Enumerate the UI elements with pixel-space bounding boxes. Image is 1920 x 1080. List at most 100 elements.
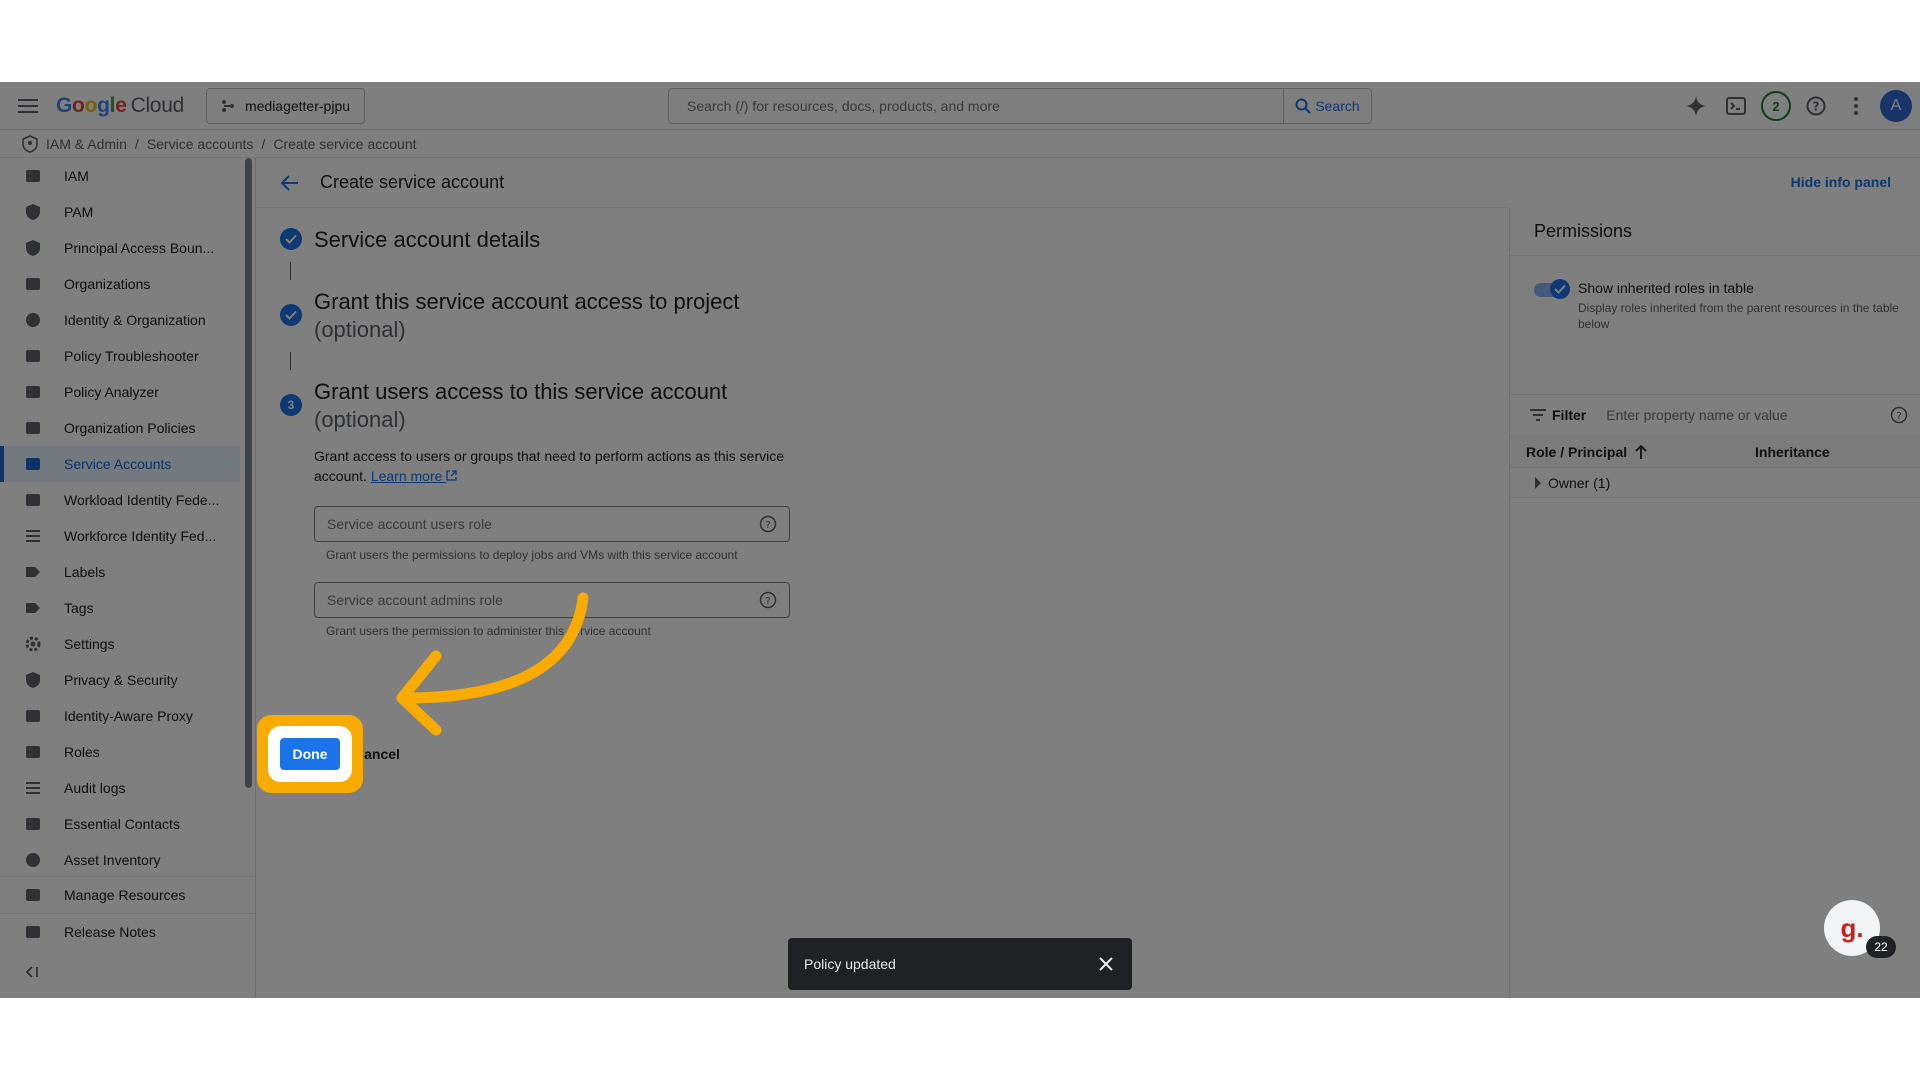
form-actions: Done Cancel [280,738,400,770]
lines-icon [24,779,42,797]
account-circle-icon [24,311,42,329]
close-icon [1099,957,1113,971]
sidebar-item[interactable]: Labels [0,554,240,590]
sidebar-item[interactable]: Audit logs [0,770,240,806]
proxy-icon [24,707,42,725]
sidebar-item-label: Settings [64,636,115,652]
breadcrumb-item-iam[interactable]: IAM & Admin [46,136,127,152]
logo-letter: e [115,93,127,117]
sidebar-item[interactable]: Identity-Aware Proxy [0,698,240,734]
sidebar-item[interactable]: Roles [0,734,240,770]
sidebar-item[interactable]: Service Accounts [0,446,240,482]
google-cloud-logo[interactable]: Google Cloud [56,94,184,118]
main-menu-button[interactable] [0,82,56,130]
sidebar-item[interactable]: IAM [0,158,240,194]
toggle-check-icon [1550,279,1570,299]
step-connector [290,352,291,370]
expand-arrow-icon [1535,476,1541,489]
label-icon [24,563,42,581]
shield-lock-icon [24,239,42,257]
project-picker-button[interactable]: mediagetter-pjpu [205,87,366,124]
search-button[interactable]: Search [1283,89,1371,123]
sidebar-item[interactable]: Release Notes [0,913,255,950]
filter-icon [1530,409,1546,421]
toggle-text: Show inherited roles in table Display ro… [1578,280,1908,332]
sidebar-item[interactable]: Policy Troubleshooter [0,338,240,374]
external-link-icon [446,470,457,481]
hamburger-icon [18,98,38,113]
hide-info-panel-button[interactable]: Hide info panel [1791,174,1891,190]
building-icon [24,275,42,293]
gemini-button[interactable] [1680,90,1712,122]
step-grant-project-access[interactable]: Grant this service account access to pro… [280,288,840,344]
sparkle-icon [1686,96,1706,116]
toggle-label: Show inherited roles in table [1578,280,1754,296]
column-role-principal[interactable]: Role / Principal [1510,444,1755,460]
filter-input[interactable] [1606,407,1890,423]
search-input[interactable] [669,89,1283,123]
breadcrumb-item-service-accounts[interactable]: Service accounts [147,136,254,152]
search-button-label: Search [1315,98,1360,114]
sidebar-item[interactable]: Asset Inventory [0,842,240,876]
learn-more-label: Learn more [370,468,443,484]
sidebar-item[interactable]: Essential Contacts [0,806,240,842]
column-inheritance[interactable]: Inheritance [1755,444,1830,460]
sidebar-item-label: Identity & Organization [64,312,206,328]
help-icon[interactable]: ? [1890,406,1908,424]
project-tree-icon [221,99,234,112]
done-button[interactable]: Done [280,738,340,770]
sidebar-item[interactable]: Manage Resources [0,876,255,913]
help-button[interactable]: ? [1800,90,1832,122]
breadcrumb: IAM & Admin / Service accounts / Create … [0,130,1920,158]
account-avatar[interactable]: A [1880,90,1912,122]
breadcrumb-item-current: Create service account [273,135,417,152]
help-icon[interactable]: ? [759,591,777,609]
sidebar-item-label: Workforce Identity Fed... [64,528,217,544]
sidebar-item[interactable]: Organization Policies [0,410,240,446]
collapse-sidebar-button[interactable] [22,962,42,982]
cloud-shell-button[interactable] [1720,90,1752,122]
step-description: Grant access to users or groups that nee… [314,446,794,486]
logo-suffix: Cloud [130,93,185,117]
more-options-button[interactable] [1840,90,1872,122]
learn-more-link[interactable]: Learn more [371,468,457,484]
stepper: Service account details Grant this servi… [280,226,840,638]
sidebar-item-label: Organizations [64,276,151,292]
sidebar-item[interactable]: PAM [0,194,240,230]
users-role-input[interactable] [315,507,759,541]
sidebar-item[interactable]: Workforce Identity Fed... [0,518,240,554]
sidebar-item-label: Principal Access Boun... [64,240,215,256]
logo-letter: o [72,93,85,117]
sidebar-item[interactable]: Privacy & Security [0,662,240,698]
top-actions: 2 ? A [1680,82,1920,130]
snackbar-message: Policy updated [804,956,896,972]
sidebar-item[interactable]: Tags [0,590,240,626]
document-search-icon [24,383,42,401]
help-icon[interactable]: ? [759,515,777,533]
admins-role-input[interactable] [315,583,759,617]
sidebar-item[interactable]: Workload Identity Fede... [0,482,240,518]
sidebar-item[interactable]: Organizations [0,266,240,302]
step-service-account-details[interactable]: Service account details [280,226,840,254]
sidebar-item[interactable]: Identity & Organization [0,302,240,338]
folder-gear-icon [24,886,42,904]
step-complete-check-icon [280,228,302,250]
inherited-roles-toggle[interactable] [1534,279,1570,299]
sidebar-item[interactable]: Principal Access Boun... [0,230,240,266]
collapse-icon [25,966,38,978]
sidebar-scrollbar[interactable] [245,158,252,788]
cancel-button[interactable]: Cancel [354,746,400,762]
table-row[interactable]: Owner (1) [1510,468,1920,498]
diamond-icon [24,851,42,869]
back-button[interactable] [274,167,306,199]
toggle-description: Display roles inherited from the parent … [1578,301,1899,331]
snackbar-close-button[interactable] [1096,954,1116,974]
top-bar: GoogleCloud mediagetter-pjpu Search 2 [0,82,1920,130]
filter-button[interactable]: Filter [1530,407,1586,423]
notifications-button[interactable]: 2 [1760,90,1792,122]
sort-arrow-up-icon [1635,444,1647,459]
column-label: Role / Principal [1526,443,1628,460]
sidebar-item-label: Roles [64,744,100,760]
sidebar-item[interactable]: Settings [0,626,240,662]
sidebar-item[interactable]: Policy Analyzer [0,374,240,410]
